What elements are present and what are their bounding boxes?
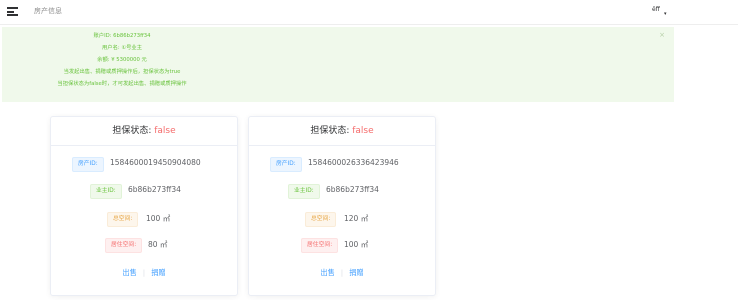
total-area-row: 总空间: 100 ㎡ (51, 212, 237, 227)
property-id-tag: 房产ID: (72, 157, 104, 172)
owner-id-row: 业主ID: 6b86b273ff34 (249, 184, 435, 199)
living-area-row: 居住空间: 100 ㎡ (249, 238, 435, 253)
card-actions: 出售 | 捐赠 (249, 268, 435, 278)
card-actions: 出售 | 捐赠 (51, 268, 237, 278)
caret-down-icon: ▾ (664, 11, 667, 17)
sell-button[interactable]: 出售 (320, 268, 334, 277)
living-area-row: 居住空间: 80 ㎡ (51, 238, 237, 253)
owner-id-row: 业主ID: 6b86b273ff34 (51, 184, 237, 199)
total-area-value: 100 ㎡ (146, 214, 171, 223)
property-id-tag: 房产ID: (270, 157, 302, 172)
property-id-row: 房产ID: 1584600026336423946 (249, 157, 435, 172)
breadcrumb: 房产信息 (34, 7, 62, 15)
living-area-tag: 居住空间: (105, 238, 143, 253)
status-label: 担保状态: (310, 126, 353, 136)
donate-button[interactable]: 捐赠 (151, 268, 165, 277)
hamburger-menu-icon[interactable] (7, 7, 18, 16)
owner-id-value: 6b86b273ff34 (128, 185, 181, 194)
property-id-value: 1584600019450904080 (110, 158, 201, 167)
owner-id-tag: 业主ID: (288, 184, 320, 199)
total-area-tag: 总空间: (305, 212, 337, 227)
property-id-row: 房产ID: 1584600019450904080 (51, 157, 237, 172)
total-area-row: 总空间: 120 ㎡ (249, 212, 435, 227)
living-area-value: 100 ㎡ (344, 240, 369, 249)
property-card: 担保状态: false 房产ID: 1584600026336423946 业主… (248, 116, 436, 296)
status-value: false (352, 126, 374, 136)
notice-line-2: 当担保状态为false时，才可发起出售、捐赠或质押操作 (57, 81, 187, 87)
sell-button[interactable]: 出售 (122, 268, 136, 277)
user-dropdown[interactable]: ёff ▾ (652, 6, 667, 17)
total-area-value: 120 ㎡ (344, 214, 369, 223)
status-label: 担保状态: (112, 126, 155, 136)
notice-line-1: 当发起出售、捐赠或质押操作后，担保状态为true (63, 69, 181, 75)
property-id-value: 1584600026336423946 (308, 158, 399, 167)
account-id-line: 账户ID: 6b86b273ff34 (93, 33, 151, 39)
owner-id-value: 6b86b273ff34 (326, 185, 379, 194)
donate-button[interactable]: 捐赠 (349, 268, 363, 277)
username-line: 用户名: ①号业主 (102, 45, 142, 51)
living-area-tag: 居住空间: (301, 238, 339, 253)
card-header: 担保状态: false (51, 117, 237, 146)
action-separator: | (340, 268, 344, 277)
close-icon[interactable]: × (659, 31, 665, 39)
owner-id-tag: 业主ID: (90, 184, 122, 199)
action-separator: | (142, 268, 146, 277)
user-name: ёff (652, 6, 660, 13)
living-area-value: 80 ㎡ (148, 240, 168, 249)
property-card: 担保状态: false 房产ID: 1584600019450904080 业主… (50, 116, 238, 296)
balance-line: 余额: ¥ 5300000 元 (97, 57, 147, 63)
total-area-tag: 总空间: (107, 212, 139, 227)
status-value: false (154, 126, 176, 136)
card-header: 担保状态: false (249, 117, 435, 146)
account-info-alert: 账户ID: 6b86b273ff34 用户名: ①号业主 余额: ¥ 53000… (2, 27, 674, 102)
top-bar: 房产信息 ёff ▾ (0, 0, 738, 25)
